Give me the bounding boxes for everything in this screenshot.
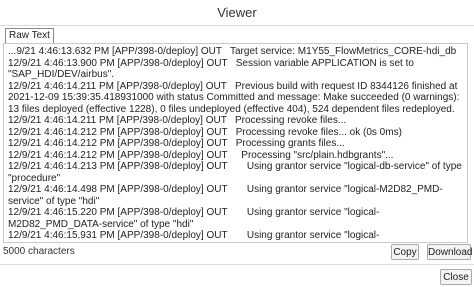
bottom-divider: [0, 264, 474, 265]
log-line: 12/9/21 4:46:13.900 PM [APP/398-0/deploy…: [8, 58, 463, 81]
tab-raw-text[interactable]: Raw Text: [5, 28, 54, 44]
close-button[interactable]: Close: [440, 269, 472, 285]
log-line-meta: 12/9/21 4:46:14.212 PM [APP/398-0/deploy…: [8, 149, 236, 161]
character-count: 5000 characters: [3, 246, 75, 257]
log-line-meta: 12/9/21 4:46:15.220 PM [APP/398-0/deploy…: [8, 207, 236, 218]
log-line-meta: 12/9/21 4:46:14.213 PM [APP/398-0/deploy…: [8, 161, 236, 172]
window-title: Viewer: [217, 5, 257, 20]
copy-button[interactable]: Copy: [391, 244, 419, 260]
log-line-meta: 12/9/21 4:46:14.211 PM [APP/398-0/deploy…: [8, 115, 235, 126]
log-line: 12/9/21 4:46:15.931 PM [APP/398-0/deploy…: [8, 230, 463, 242]
log-line: 12/9/21 4:46:14.213 PM [APP/398-0/deploy…: [8, 161, 463, 184]
log-content: ...9/21 4:46:13.632 PM [APP/398-0/deploy…: [4, 44, 467, 242]
log-line: 12/9/21 4:46:14.498 PM [APP/398-0/deploy…: [8, 184, 463, 207]
log-line-meta: 12/9/21 4:46:14.212 PM [APP/398-0/deploy…: [8, 138, 236, 149]
log-line: 12/9/21 4:46:15.220 PM [APP/398-0/deploy…: [8, 207, 463, 230]
log-line-message: Processing "src/plain.hdbgrants"...: [235, 149, 394, 161]
log-line-meta: 12/9/21 4:46:14.211 PM [APP/398-0/deploy…: [8, 80, 235, 92]
log-line-message: Processing grants files...: [235, 138, 345, 149]
log-text-area[interactable]: ...9/21 4:46:13.632 PM [APP/398-0/deploy…: [3, 43, 468, 243]
log-line-meta: 12/9/21 4:46:13.900 PM [APP/398-0/deploy…: [8, 57, 236, 69]
log-line-meta: 12/9/21 4:46:15.931 PM [APP/398-0/deploy…: [8, 230, 236, 241]
log-line-message: Target service: M1Y55_FlowMetrics_CORE-h…: [230, 46, 457, 57]
log-line: 12/9/21 4:46:14.211 PM [APP/398-0/deploy…: [8, 115, 463, 127]
log-line-meta: 12/9/21 4:46:14.212 PM [APP/398-0/deploy…: [8, 126, 236, 138]
log-line: ...9/21 4:46:13.632 PM [APP/398-0/deploy…: [8, 46, 463, 58]
footer-bar: 5000 characters Copy Download: [0, 244, 474, 260]
log-line: 12/9/21 4:46:14.212 PM [APP/398-0/deploy…: [8, 150, 463, 162]
log-line-message: Processing revoke files... ok (0s 0ms): [235, 126, 402, 138]
log-line: 12/9/21 4:46:14.211 PM [APP/398-0/deploy…: [8, 81, 463, 116]
title-bar: Viewer: [0, 0, 474, 26]
title-divider: [0, 25, 474, 26]
download-button[interactable]: Download: [427, 244, 472, 260]
log-line: 12/9/21 4:46:14.212 PM [APP/398-0/deploy…: [8, 127, 463, 139]
log-line: 12/9/21 4:46:14.212 PM [APP/398-0/deploy…: [8, 138, 463, 150]
log-line-meta: ...9/21 4:46:13.632 PM [APP/398-0/deploy…: [8, 46, 230, 57]
log-line-meta: 12/9/21 4:46:14.498 PM [APP/398-0/deploy…: [8, 184, 236, 195]
log-line-message: Processing revoke files...: [235, 115, 347, 126]
